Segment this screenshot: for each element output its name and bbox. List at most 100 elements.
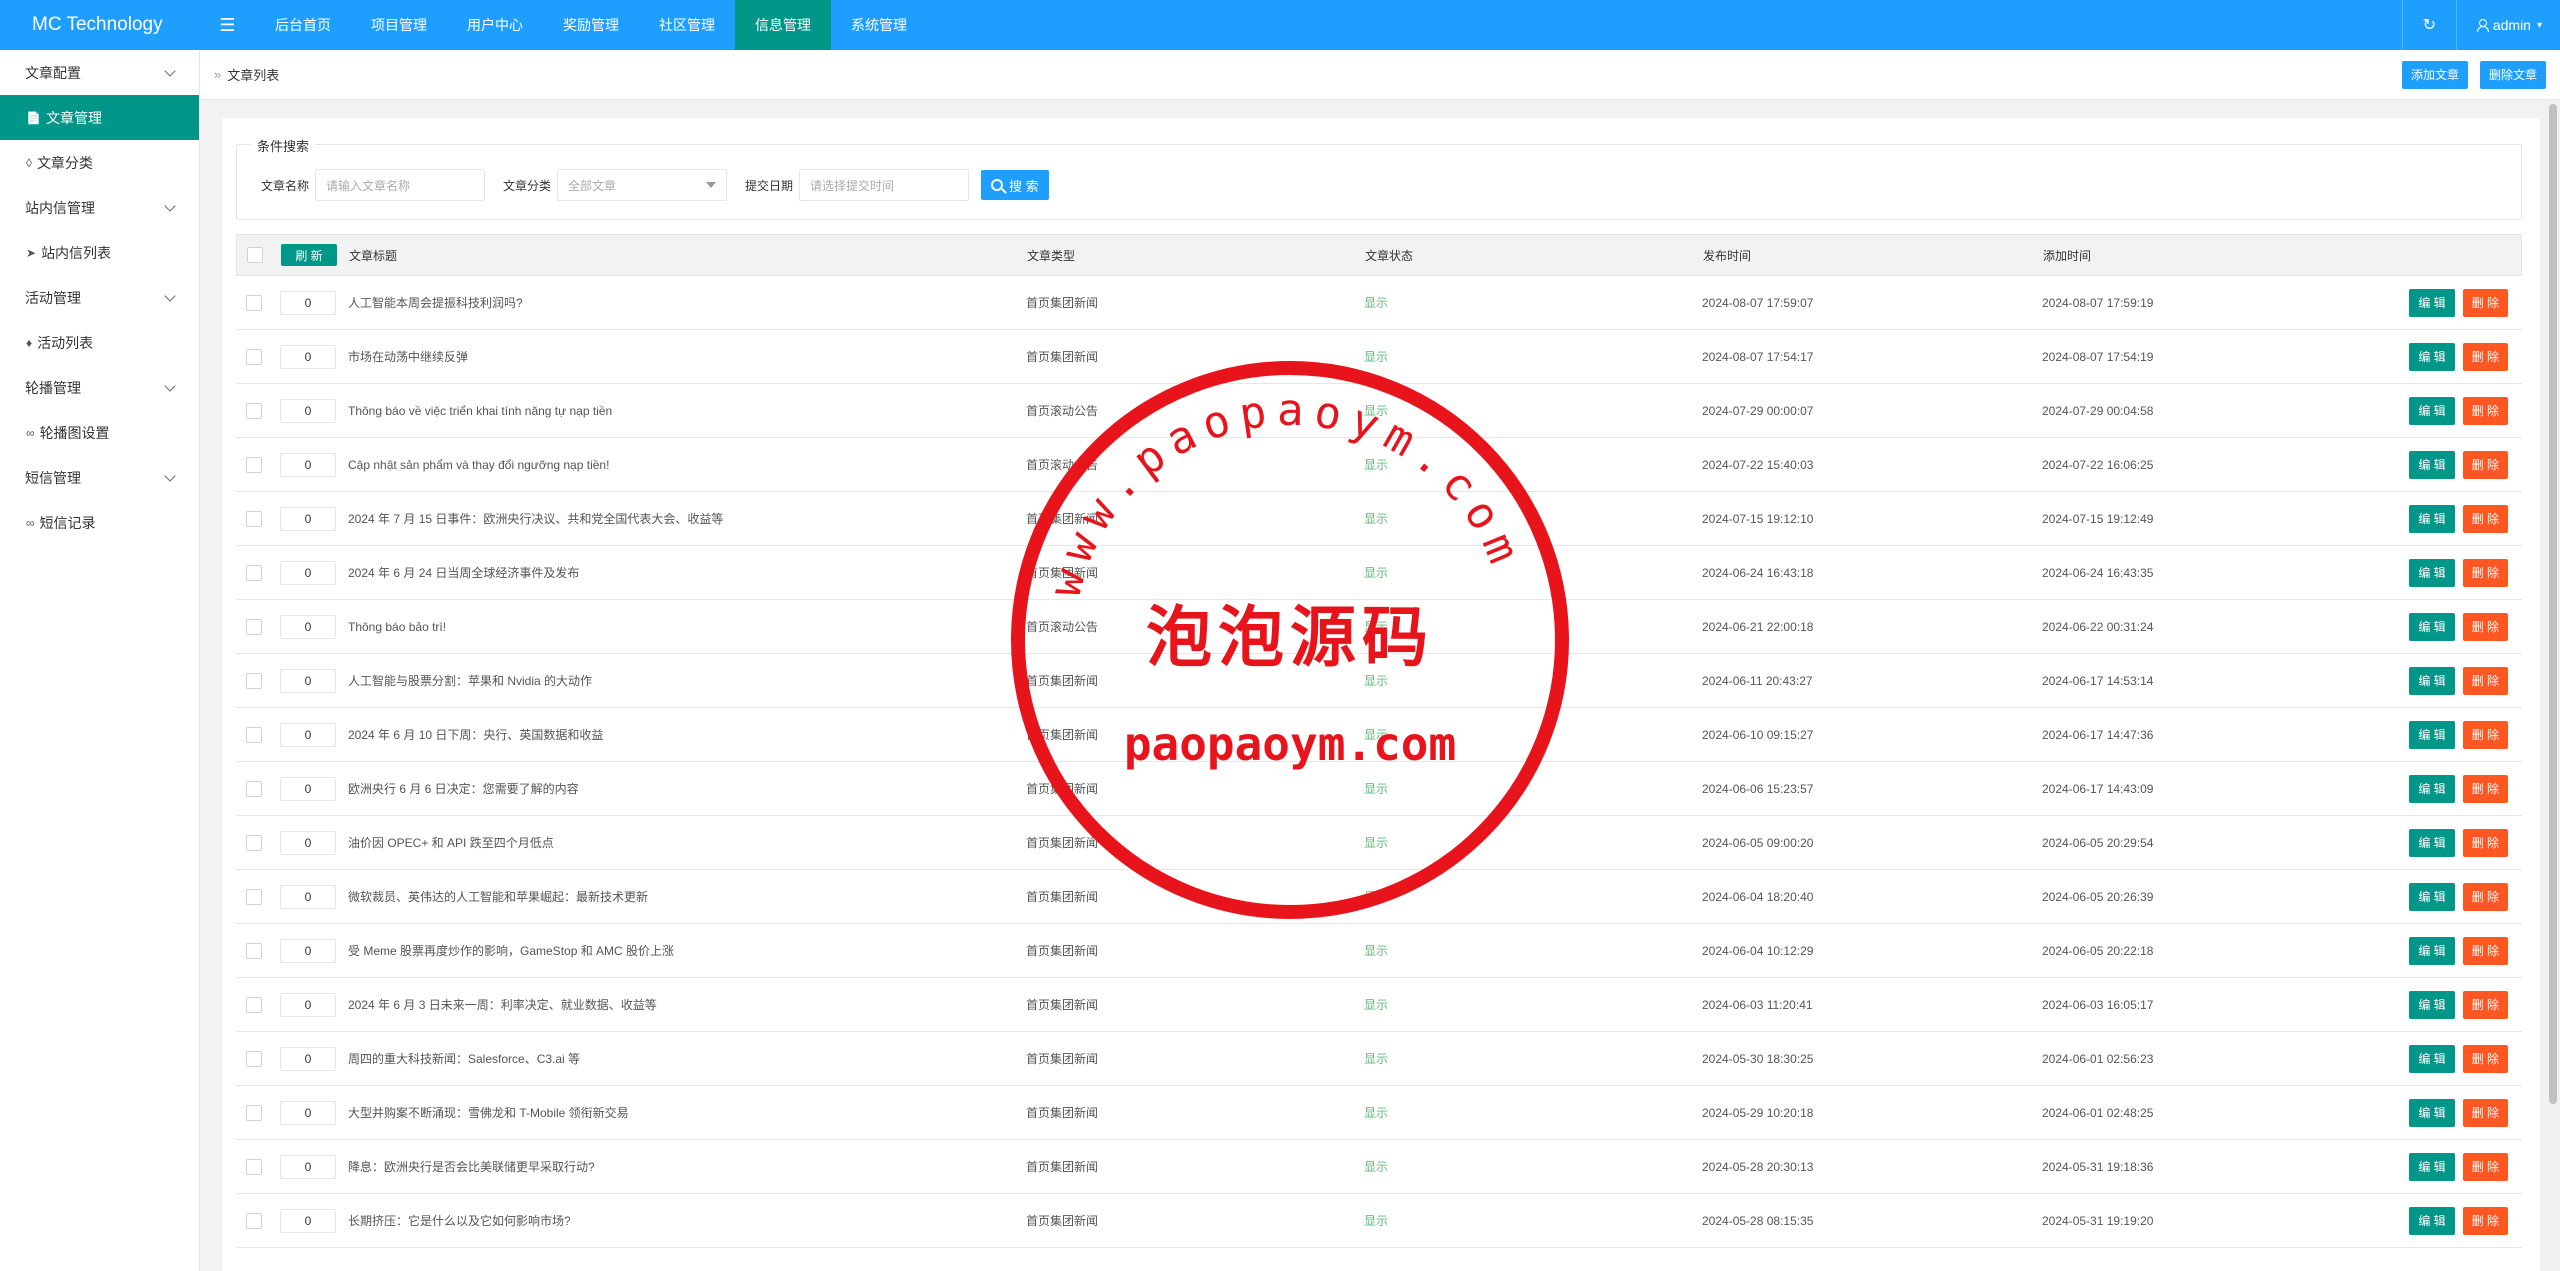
nav-item-5[interactable]: 信息管理 — [735, 0, 831, 50]
sort-order-input[interactable]: 0 — [280, 830, 336, 855]
submit-date-input[interactable]: 请选择提交时间 — [799, 169, 970, 201]
sidebar-group-9[interactable]: 短信管理 — [0, 455, 199, 500]
row-checkbox[interactable] — [246, 510, 262, 527]
sort-order-input[interactable]: 0 — [280, 398, 336, 423]
nav-item-2[interactable]: 用户中心 — [447, 0, 543, 50]
sidebar-item-1[interactable]: 📄 文章管理 — [0, 95, 199, 140]
sidebar-group-5[interactable]: 活动管理 — [0, 275, 199, 320]
sidebar-group-3[interactable]: 站内信管理 — [0, 185, 199, 230]
category-select[interactable]: 全部文章 — [557, 169, 728, 201]
article-name-input[interactable]: 请输入文章名称 — [315, 169, 486, 201]
edit-button[interactable]: 编 辑 — [2409, 990, 2455, 1019]
delete-button[interactable]: 删 除 — [2462, 666, 2508, 695]
nav-item-6[interactable]: 系统管理 — [831, 0, 927, 50]
sort-order-input[interactable]: 0 — [280, 1154, 336, 1179]
add-article-button[interactable]: 添加文章 — [2401, 60, 2468, 89]
nav-item-4[interactable]: 社区管理 — [639, 0, 735, 50]
user-menu[interactable]: admin ▾ — [2455, 0, 2560, 50]
edit-button[interactable]: 编 辑 — [2409, 828, 2455, 857]
row-checkbox[interactable] — [246, 402, 262, 419]
search-button[interactable]: 搜 索 — [981, 170, 1049, 200]
sort-order-input[interactable]: 0 — [280, 344, 336, 369]
edit-button[interactable]: 编 辑 — [2409, 666, 2455, 695]
sidebar-item-10[interactable]: ∞ 短信记录 — [0, 500, 199, 545]
sort-order-input[interactable]: 0 — [280, 506, 336, 531]
edit-button[interactable]: 编 辑 — [2409, 342, 2455, 371]
edit-button[interactable]: 编 辑 — [2409, 1206, 2455, 1235]
edit-button[interactable]: 编 辑 — [2409, 558, 2455, 587]
sort-order-input[interactable]: 0 — [280, 1208, 336, 1233]
row-checkbox[interactable] — [246, 780, 262, 797]
row-checkbox[interactable] — [246, 942, 262, 959]
sort-order-input[interactable]: 0 — [280, 1100, 336, 1125]
edit-button[interactable]: 编 辑 — [2409, 1044, 2455, 1073]
edit-button[interactable]: 编 辑 — [2409, 882, 2455, 911]
row-checkbox[interactable] — [246, 1050, 262, 1067]
delete-button[interactable]: 删 除 — [2462, 1098, 2508, 1127]
delete-button[interactable]: 删 除 — [2462, 720, 2508, 749]
delete-button[interactable]: 删 除 — [2462, 774, 2508, 803]
delete-articles-button[interactable]: 删除文章 — [2479, 60, 2546, 89]
sidebar-item-8[interactable]: ∞ 轮播图设置 — [0, 410, 199, 455]
row-checkbox[interactable] — [246, 1158, 262, 1175]
sort-order-input[interactable]: 0 — [280, 668, 336, 693]
row-checkbox[interactable] — [246, 888, 262, 905]
delete-button[interactable]: 删 除 — [2462, 990, 2508, 1019]
sort-order-input[interactable]: 0 — [280, 1046, 336, 1071]
nav-item-3[interactable]: 奖励管理 — [543, 0, 639, 50]
delete-button[interactable]: 删 除 — [2462, 612, 2508, 641]
sort-order-input[interactable]: 0 — [280, 614, 336, 639]
select-all-checkbox[interactable] — [247, 247, 263, 263]
sidebar-group-0[interactable]: 文章配置 — [0, 50, 199, 95]
row-checkbox[interactable] — [246, 564, 262, 581]
sidebar-group-7[interactable]: 轮播管理 — [0, 365, 199, 410]
page-scrollbar[interactable] — [2546, 100, 2560, 1271]
delete-button[interactable]: 删 除 — [2462, 342, 2508, 371]
delete-button[interactable]: 删 除 — [2462, 396, 2508, 425]
sort-order-input[interactable]: 0 — [280, 776, 336, 801]
edit-button[interactable]: 编 辑 — [2409, 450, 2455, 479]
row-checkbox[interactable] — [246, 456, 262, 473]
row-checkbox[interactable] — [246, 348, 262, 365]
row-checkbox[interactable] — [246, 996, 262, 1013]
delete-button[interactable]: 删 除 — [2462, 558, 2508, 587]
delete-button[interactable]: 删 除 — [2462, 288, 2508, 317]
delete-button[interactable]: 删 除 — [2462, 1206, 2508, 1235]
sidebar-item-6[interactable]: ♦ 活动列表 — [0, 320, 199, 365]
edit-button[interactable]: 编 辑 — [2409, 288, 2455, 317]
edit-button[interactable]: 编 辑 — [2409, 720, 2455, 749]
delete-button[interactable]: 删 除 — [2462, 936, 2508, 965]
edit-button[interactable]: 编 辑 — [2409, 612, 2455, 641]
menu-toggle-icon[interactable]: ☰ — [200, 0, 255, 50]
row-checkbox[interactable] — [246, 618, 262, 635]
edit-button[interactable]: 编 辑 — [2409, 774, 2455, 803]
delete-button[interactable]: 删 除 — [2462, 1152, 2508, 1181]
row-checkbox[interactable] — [246, 294, 262, 311]
sort-order-input[interactable]: 0 — [280, 992, 336, 1017]
sort-order-input[interactable]: 0 — [280, 884, 336, 909]
delete-button[interactable]: 删 除 — [2462, 450, 2508, 479]
delete-button[interactable]: 删 除 — [2462, 504, 2508, 533]
edit-button[interactable]: 编 辑 — [2409, 1098, 2455, 1127]
row-checkbox[interactable] — [246, 834, 262, 851]
sort-order-input[interactable]: 0 — [280, 290, 336, 315]
sidebar-item-4[interactable]: ➤ 站内信列表 — [0, 230, 199, 275]
row-checkbox[interactable] — [246, 1104, 262, 1121]
sort-order-input[interactable]: 0 — [280, 722, 336, 747]
row-checkbox[interactable] — [246, 1212, 262, 1229]
scrollbar-thumb[interactable] — [2549, 104, 2557, 1104]
delete-button[interactable]: 删 除 — [2462, 882, 2508, 911]
refresh-icon[interactable]: ↻ — [2401, 0, 2456, 50]
edit-button[interactable]: 编 辑 — [2409, 504, 2455, 533]
sidebar-item-2[interactable]: ◊ 文章分类 — [0, 140, 199, 185]
row-checkbox[interactable] — [246, 672, 262, 689]
nav-item-1[interactable]: 项目管理 — [351, 0, 447, 50]
sort-order-input[interactable]: 0 — [280, 452, 336, 477]
edit-button[interactable]: 编 辑 — [2409, 1152, 2455, 1181]
delete-button[interactable]: 删 除 — [2462, 1044, 2508, 1073]
brand-logo[interactable]: MC Technology — [0, 0, 200, 50]
nav-item-0[interactable]: 后台首页 — [255, 0, 351, 50]
refresh-sort-button[interactable]: 刷 新 — [281, 244, 337, 266]
sort-order-input[interactable]: 0 — [280, 560, 336, 585]
sort-order-input[interactable]: 0 — [280, 938, 336, 963]
